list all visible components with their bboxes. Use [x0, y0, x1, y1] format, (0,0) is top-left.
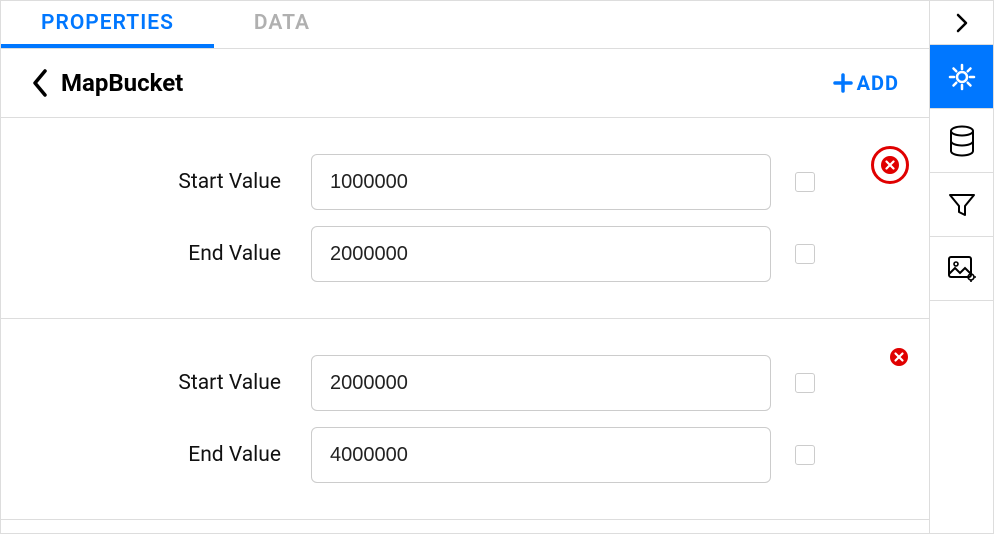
close-circle-icon — [889, 347, 909, 367]
bucket-group: Start Value End Value — [1, 118, 929, 319]
field-checkbox[interactable] — [795, 373, 815, 393]
page-title: MapBucket — [61, 69, 833, 97]
field-checkbox[interactable] — [795, 172, 815, 192]
tabs: PROPERTIES DATA — [1, 1, 929, 49]
sidebar-image-settings[interactable] — [930, 237, 993, 301]
add-label: ADD — [857, 71, 899, 95]
sidebar-filter[interactable] — [930, 173, 993, 237]
field-checkbox[interactable] — [795, 244, 815, 264]
field-row: Start Value — [31, 355, 899, 411]
start-value-input[interactable] — [311, 355, 771, 411]
close-circle-icon — [880, 155, 900, 175]
delete-group-button[interactable] — [889, 347, 909, 371]
delete-group-button[interactable] — [871, 146, 909, 184]
field-row: End Value — [31, 427, 899, 483]
back-button[interactable] — [31, 69, 49, 97]
field-label: End Value — [31, 242, 311, 266]
end-value-input[interactable] — [311, 427, 771, 483]
sidebar-database[interactable] — [930, 109, 993, 173]
chevron-right-icon — [955, 13, 969, 33]
field-row: End Value — [31, 226, 899, 282]
add-button[interactable]: ADD — [833, 71, 899, 95]
end-value-input[interactable] — [311, 226, 771, 282]
start-value-input[interactable] — [311, 154, 771, 210]
chevron-left-icon — [31, 69, 49, 97]
field-label: End Value — [31, 443, 311, 467]
right-sidebar — [929, 1, 993, 533]
gear-icon — [946, 61, 978, 93]
tab-properties[interactable]: PROPERTIES — [1, 1, 214, 48]
bucket-group: Start Value End Value — [1, 319, 929, 520]
field-checkbox[interactable] — [795, 445, 815, 465]
database-icon — [947, 125, 977, 157]
image-gear-icon — [946, 254, 978, 284]
plus-icon — [833, 73, 853, 93]
filter-icon — [947, 190, 977, 220]
sidebar-collapse[interactable] — [930, 1, 993, 45]
panel-header: MapBucket ADD — [1, 49, 929, 118]
tab-data[interactable]: DATA — [214, 1, 350, 48]
field-label: Start Value — [31, 371, 311, 395]
sidebar-settings[interactable] — [930, 45, 993, 109]
field-row: Start Value — [31, 154, 899, 210]
field-label: Start Value — [31, 170, 311, 194]
